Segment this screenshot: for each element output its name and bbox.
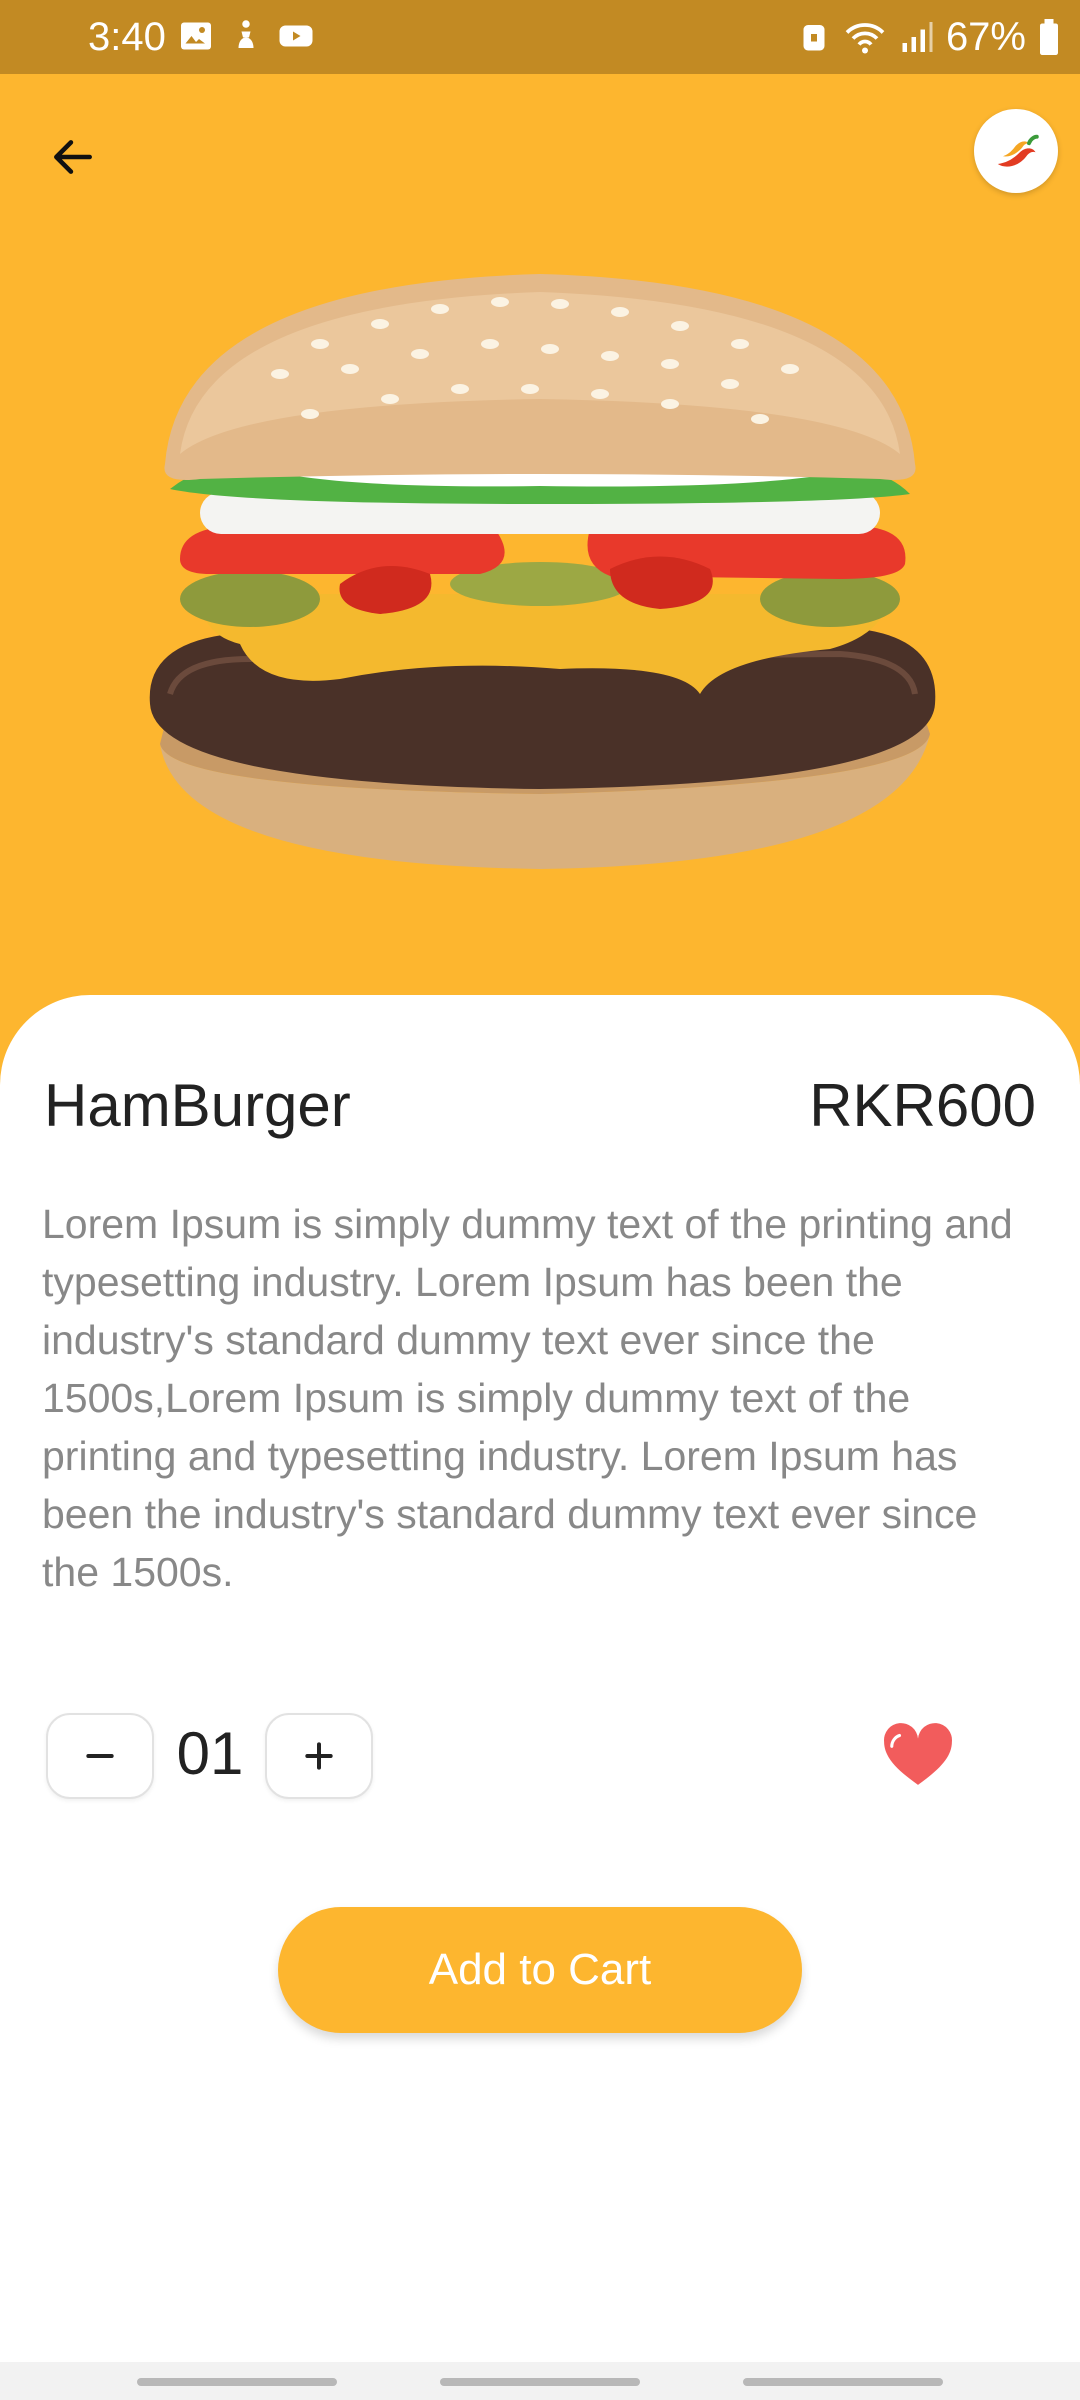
nav-recents[interactable] (137, 2378, 337, 2386)
chili-pepper-icon (997, 134, 1039, 167)
add-to-cart-button[interactable]: Add to Cart (278, 1907, 802, 2033)
accessibility-icon (238, 20, 254, 48)
increase-quantity-button[interactable] (265, 1713, 373, 1799)
youtube-icon (279, 25, 313, 47)
nav-home[interactable] (440, 2378, 640, 2386)
restaurant-logo-button[interactable] (974, 109, 1058, 193)
gallery-icon (181, 22, 211, 50)
back-button[interactable] (38, 122, 108, 192)
status-bar: 3:40 67% (0, 0, 1080, 74)
product-hero (0, 74, 1080, 1104)
quantity-value: 01 (176, 1720, 244, 1787)
lock-icon (803, 25, 825, 51)
product-details-sheet: HamBurger RKR600 Lorem Ipsum is simply d… (0, 995, 1080, 2400)
system-navigation-bar (0, 2362, 1080, 2400)
plus-icon (305, 1742, 333, 1770)
product-price: RKR600 (809, 1072, 1036, 1139)
product-description: Lorem Ipsum is simply dummy text of the … (42, 1201, 1013, 1595)
heart-icon (884, 1723, 952, 1785)
hamburger-image (149, 274, 936, 869)
product-name: HamBurger (44, 1072, 351, 1139)
wifi-icon (845, 23, 885, 54)
battery-percentage: 67% (945, 15, 1026, 59)
status-icons-right: 67% (796, 12, 1060, 62)
signal-icon (902, 22, 933, 52)
nav-back[interactable] (743, 2378, 943, 2386)
battery-icon (1040, 19, 1058, 55)
status-time: 3:40 (88, 15, 166, 59)
arrow-left-icon (54, 140, 92, 174)
decrease-quantity-button[interactable] (46, 1713, 154, 1799)
status-icons-left (178, 18, 314, 54)
favorite-button[interactable] (878, 1714, 958, 1794)
minus-icon (86, 1754, 114, 1758)
